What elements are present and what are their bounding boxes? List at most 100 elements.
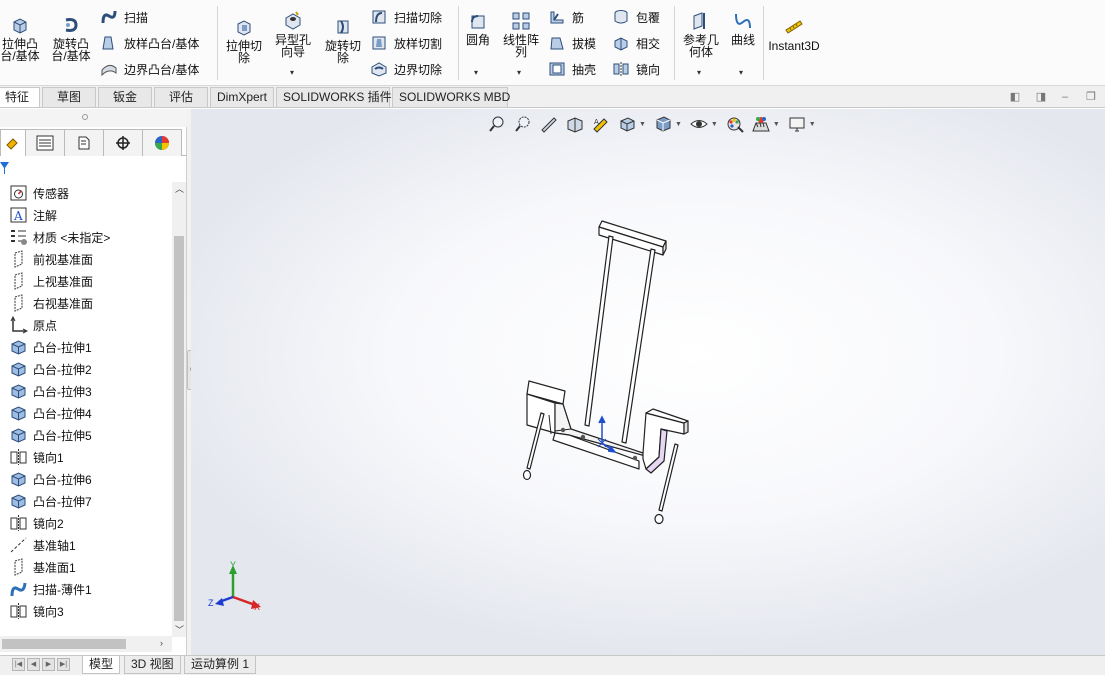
swept-cut-button[interactable]: 扫描切除 (370, 8, 442, 26)
fillet-button[interactable]: 圆角 (462, 10, 494, 46)
curves-button[interactable]: 曲线 (727, 10, 759, 46)
reference-geometry-icon (693, 12, 705, 30)
tree-item[interactable]: 凸台-拉伸3 (0, 380, 172, 402)
instant3d-button[interactable]: Instant3D (766, 16, 822, 52)
rib-button[interactable]: 筋 (548, 8, 584, 26)
mirror-button[interactable]: 镜向 (612, 60, 660, 78)
tree-item[interactable]: 前视基准面 (0, 248, 172, 270)
tab-features[interactable]: 特征 (0, 87, 40, 107)
tree-item[interactable]: 凸台-拉伸5 (0, 424, 172, 446)
sweep-button[interactable]: 扫描 (100, 8, 148, 26)
tree-item[interactable]: 凸台-拉伸6 (0, 468, 172, 490)
tab-sketch[interactable]: 草图 (42, 87, 96, 107)
tab-evaluate[interactable]: 评估 (154, 87, 208, 107)
scroll-up-icon[interactable]: ︿ (175, 182, 184, 195)
reference-geometry-dropdown-icon[interactable]: ▾ (697, 68, 701, 77)
propertymanager-tab[interactable] (25, 129, 65, 156)
tab-dimxpert[interactable]: DimXpert (210, 87, 274, 107)
ribbon-separator (763, 6, 764, 80)
draft-button[interactable]: 拔模 (548, 34, 596, 52)
crosshair-icon (116, 136, 130, 150)
prev-window-icon[interactable]: ◧ (1008, 90, 1022, 104)
last-tab-nav-icon[interactable]: ▶| (57, 658, 70, 671)
part-model[interactable] (522, 220, 689, 525)
minimize-icon[interactable]: – (1058, 90, 1072, 104)
tree-item[interactable]: 材质 <未指定> (0, 226, 172, 248)
boundary-boss-button[interactable]: 边界凸台/基体 (100, 60, 199, 78)
ribbon-separator (674, 6, 675, 80)
displaymanager-tab[interactable] (142, 129, 182, 156)
boss-extrude-icon (9, 426, 28, 444)
tab-3d-view[interactable]: 3D 视图 (124, 656, 181, 674)
lofted-cut-button[interactable]: 放样切割 (370, 34, 442, 52)
tree-item[interactable]: 基准面1 (0, 556, 172, 578)
tree-vertical-scrollbar[interactable]: ︿ ﹀ (172, 182, 186, 637)
command-manager-ribbon: 拉伸凸 台/基体 旋转凸 台/基体 扫描 放样凸台/基体 边界凸台/基体 拉伸切… (0, 0, 1105, 86)
dimxpertmanager-tab[interactable] (103, 129, 143, 156)
tab-solidworks-mbd[interactable]: SOLIDWORKS MBD (392, 87, 510, 107)
tree-item[interactable]: 镜向3 (0, 600, 172, 622)
tab-solidworks-addins[interactable]: SOLIDWORKS 插件 (276, 87, 392, 107)
intersect-button[interactable]: 相交 (612, 34, 660, 52)
configurationmanager-tab[interactable] (64, 129, 104, 156)
tree-item[interactable]: 凸台-拉伸7 (0, 490, 172, 512)
tree-horizontal-scroll-thumb[interactable] (2, 639, 126, 649)
tree-item[interactable]: 凸台-拉伸4 (0, 402, 172, 424)
tree-item[interactable]: 镜向1 (0, 446, 172, 468)
tree-item-label: 前视基准面 (33, 252, 94, 267)
tree-item[interactable]: 上视基准面 (0, 270, 172, 292)
scroll-right-icon[interactable]: › (160, 638, 163, 648)
tree-item[interactable]: 传感器 (0, 182, 172, 204)
tree-item[interactable]: 右视基准面 (0, 292, 172, 314)
linear-pattern-label: 线性阵 列 (502, 33, 539, 59)
revolve-boss-label: 旋转凸 台/基体 (51, 37, 91, 63)
tree-horizontal-scrollbar[interactable]: › (0, 636, 172, 652)
tree-item[interactable]: 凸台-拉伸1 (0, 336, 172, 358)
shell-button[interactable]: 抽壳 (548, 60, 596, 78)
reference-geometry-button[interactable]: 参考几 何体 (678, 10, 724, 58)
linear-pattern-dropdown-icon[interactable]: ▾ (517, 68, 521, 77)
tree-item[interactable]: 扫描-薄件1 (0, 578, 172, 600)
wrap-button[interactable]: 包覆 (612, 8, 660, 26)
revolve-boss-button[interactable]: 旋转凸 台/基体 (48, 14, 94, 62)
tree-filter[interactable] (0, 159, 187, 179)
panel-tabs (0, 129, 187, 156)
first-tab-nav-icon[interactable]: |◀ (12, 658, 25, 671)
fillet-icon (471, 15, 485, 29)
revolve-cut-button[interactable]: 旋转切 除 (320, 16, 366, 64)
lofted-cut-label: 放样切割 (394, 36, 443, 51)
intersect-icon (614, 37, 628, 51)
tree-item-label: 注解 (33, 208, 58, 223)
panel-grip[interactable] (0, 109, 187, 127)
graphics-area[interactable]: A ▼ ▼ ▼ ▼ ▼ Y X Z (191, 109, 1105, 655)
next-window-icon[interactable]: ◨ (1034, 90, 1048, 104)
extrude-cut-button[interactable]: 拉伸切 除 (222, 16, 266, 64)
tree-item[interactable]: 凸台-拉伸2 (0, 358, 172, 380)
tree-item[interactable]: 基准轴1 (0, 534, 172, 556)
scroll-down-icon[interactable]: ﹀ (175, 623, 184, 636)
restore-icon[interactable]: ❐ (1084, 90, 1098, 104)
boundary-cut-label: 边界切除 (394, 62, 443, 77)
boundary-cut-button[interactable]: 边界切除 (370, 60, 442, 78)
next-tab-nav-icon[interactable]: ▶ (42, 658, 55, 671)
sensor-icon (9, 184, 28, 202)
extrude-boss-button[interactable]: 拉伸凸 台/基体 (0, 14, 42, 62)
fillet-dropdown-icon[interactable]: ▾ (474, 68, 478, 77)
prev-tab-nav-icon[interactable]: ◀ (27, 658, 40, 671)
configuration-icon (78, 136, 90, 150)
tab-motion-study-1[interactable]: 运动算例 1 (184, 656, 257, 674)
hole-wizard-button[interactable]: 异型孔 向导 (270, 10, 316, 58)
loft-boss-button[interactable]: 放样凸台/基体 (100, 34, 199, 52)
hole-wizard-dropdown-icon[interactable]: ▾ (290, 68, 294, 77)
curves-dropdown-icon[interactable]: ▾ (739, 68, 743, 77)
featuremanager-tab[interactable] (0, 129, 26, 156)
tree-vertical-scroll-thumb[interactable] (174, 236, 184, 621)
tree-item-label: 凸台-拉伸2 (33, 362, 92, 377)
tree-item[interactable]: 原点 (0, 314, 172, 336)
tab-sheet-metal[interactable]: 钣金 (98, 87, 152, 107)
sweep-label: 扫描 (124, 10, 149, 25)
tab-model[interactable]: 模型 (82, 656, 121, 674)
linear-pattern-button[interactable]: 线性阵 列 (498, 10, 544, 58)
tree-item[interactable]: A 注解 (0, 204, 172, 226)
tree-item[interactable]: 镜向2 (0, 512, 172, 534)
